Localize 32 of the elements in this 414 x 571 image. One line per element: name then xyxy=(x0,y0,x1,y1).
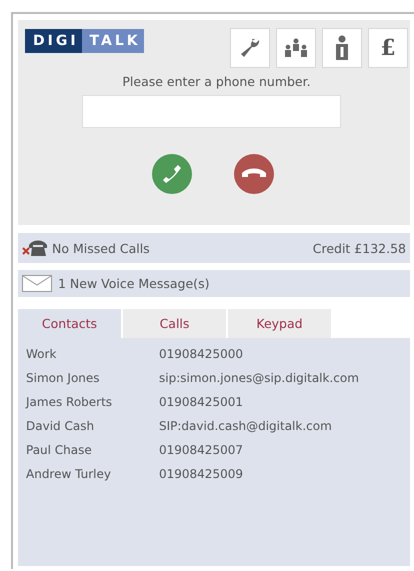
contact-number[interactable]: 01908425009 xyxy=(159,467,410,491)
person-info-icon xyxy=(333,35,351,61)
contact-number[interactable]: 01908425000 xyxy=(159,347,410,371)
credit-text: Credit £132.58 xyxy=(312,240,406,256)
contact-name[interactable]: Andrew Turley xyxy=(26,467,159,491)
call-button[interactable] xyxy=(152,154,192,194)
missed-call-icon xyxy=(22,239,48,257)
settings-button[interactable] xyxy=(230,28,270,68)
tab[interactable]: Calls xyxy=(123,309,226,338)
contact-name[interactable]: Work xyxy=(26,347,159,371)
contact-number[interactable]: 01908425001 xyxy=(159,395,410,419)
contact-number[interactable]: 01908425007 xyxy=(159,443,410,467)
missed-calls-text: No Missed Calls xyxy=(52,240,150,256)
phone-handset-icon xyxy=(160,163,182,185)
voice-message-text: 1 New Voice Message(s) xyxy=(58,276,210,291)
tab[interactable]: Keypad xyxy=(228,309,331,338)
contact-number[interactable]: SIP:david.cash@digitalk.com xyxy=(159,419,410,443)
contact-name[interactable]: Paul Chase xyxy=(26,443,159,467)
tab[interactable]: Contacts xyxy=(18,309,121,338)
logo: DIGI TALK xyxy=(25,29,144,53)
contact-number[interactable]: sip:simon.jones@sip.digitalk.com xyxy=(159,371,410,395)
envelope-icon xyxy=(22,275,52,292)
hang-up-button[interactable] xyxy=(234,154,274,194)
contacts-button[interactable] xyxy=(276,28,316,68)
phone-number-field[interactable] xyxy=(82,95,341,128)
contact-name[interactable]: David Cash xyxy=(26,419,159,443)
info-button[interactable] xyxy=(322,28,362,68)
prompt-text: Please enter a phone number. xyxy=(121,74,312,89)
contact-name[interactable]: James Roberts xyxy=(26,395,159,419)
people-icon xyxy=(283,37,309,59)
credit-button[interactable]: £ xyxy=(368,28,408,68)
contact-name[interactable]: Simon Jones xyxy=(26,371,159,395)
